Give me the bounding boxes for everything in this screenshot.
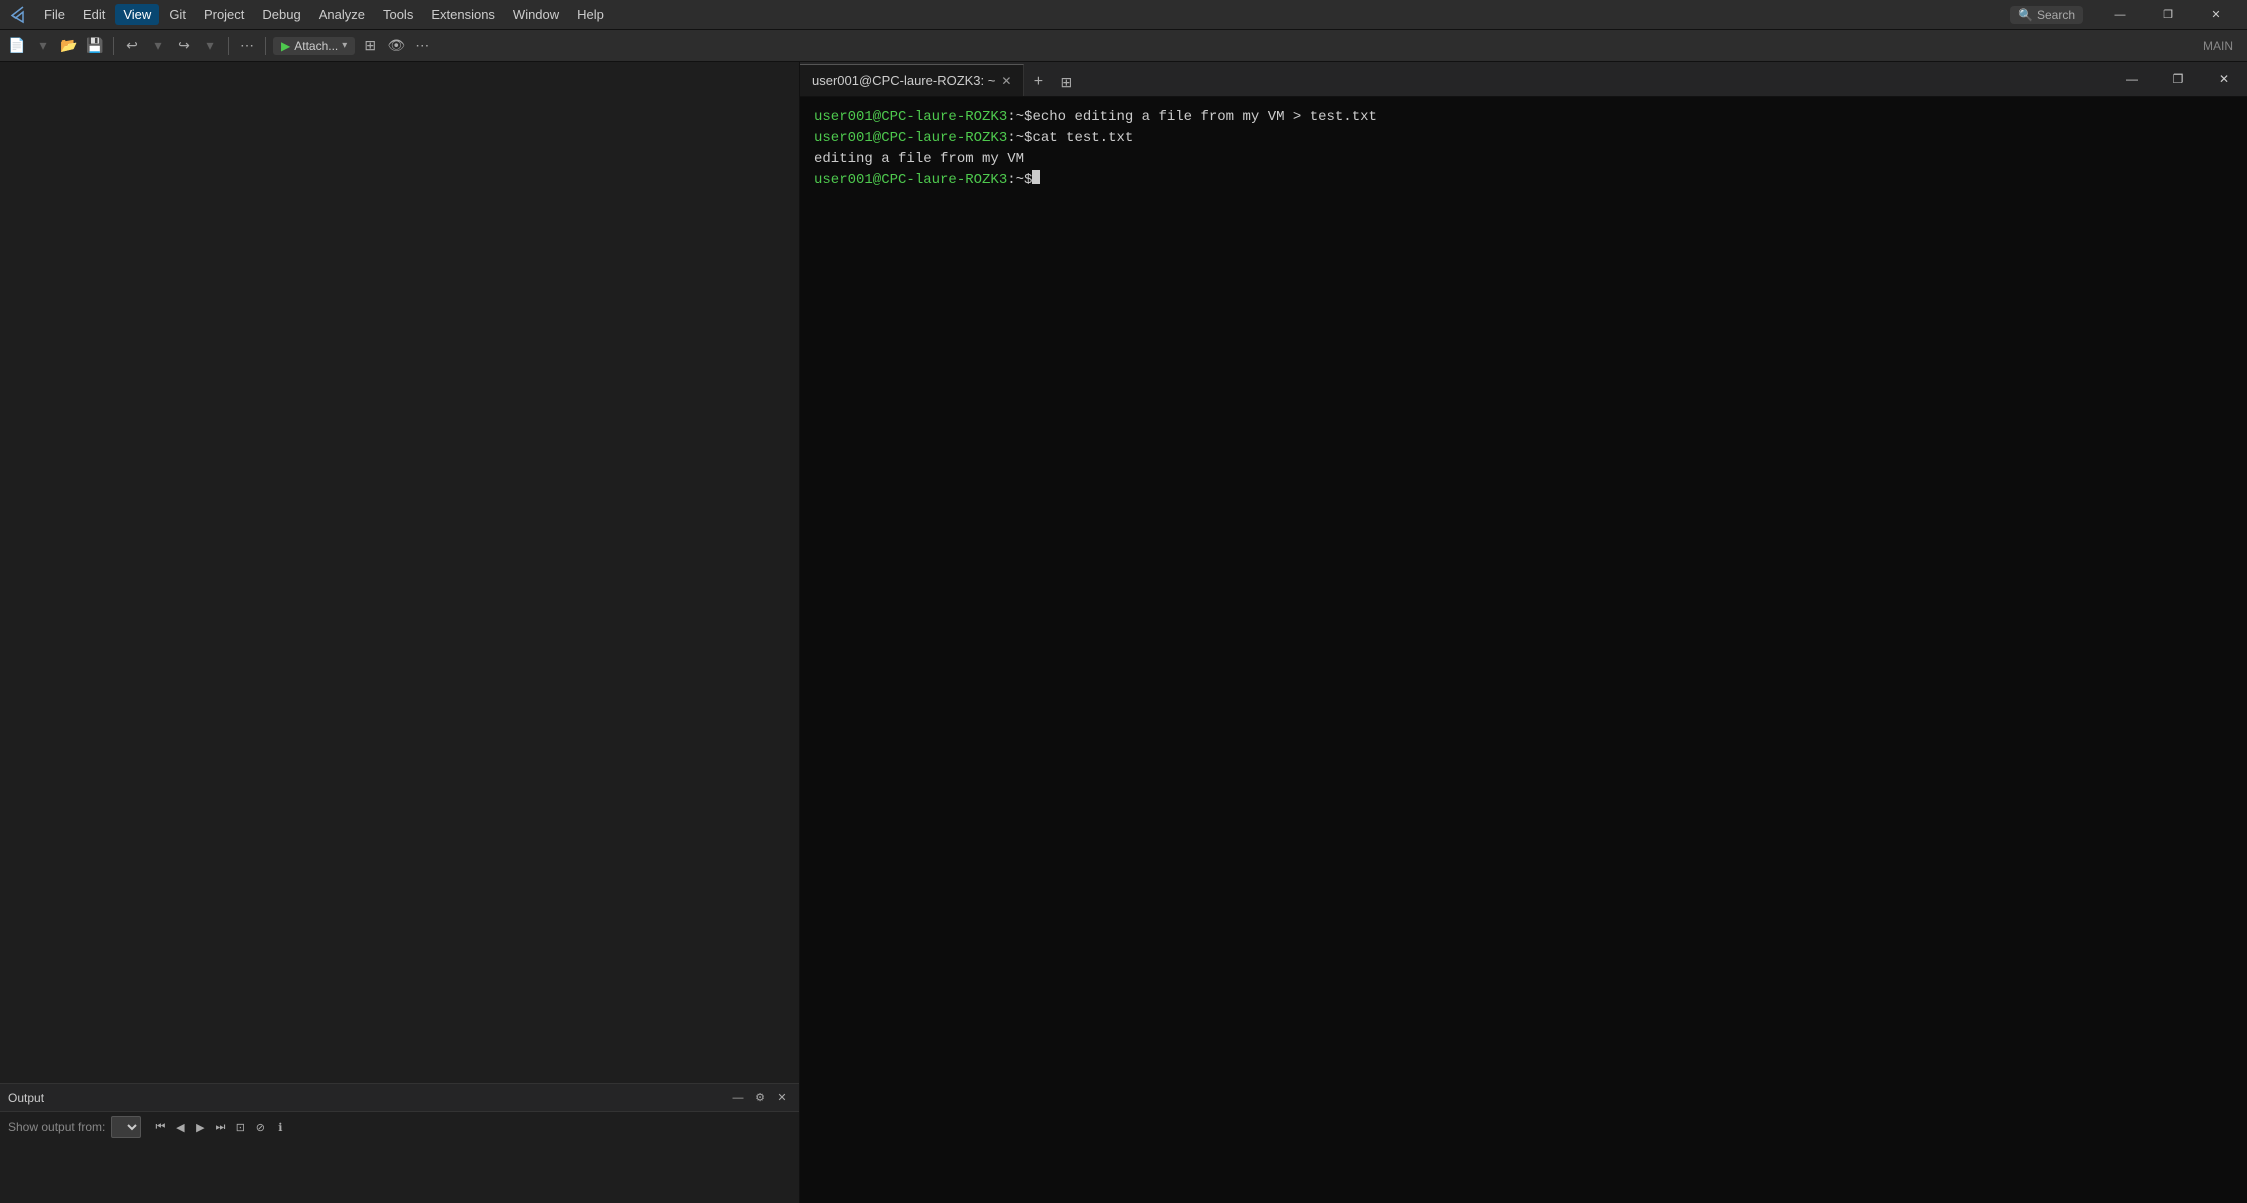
- out-btn-3[interactable]: ▶: [191, 1118, 209, 1136]
- menubar: File Edit View Git Project Debug Analyze…: [0, 0, 2247, 30]
- terminal-restore-btn[interactable]: ❐: [2155, 62, 2201, 96]
- toolbar-save-btn[interactable]: 💾: [84, 35, 106, 57]
- terminal-content[interactable]: user001@CPC-laure-ROZK3 :~$ echo editing…: [800, 97, 2247, 1203]
- out-btn-6[interactable]: ⊘: [251, 1118, 269, 1136]
- toolbar-undo-btn[interactable]: ↩: [121, 35, 143, 57]
- toolbar-open-btn[interactable]: 📂: [58, 35, 80, 57]
- toolbar-more-btn[interactable]: ⋯: [236, 35, 258, 57]
- terminal-new-tab-btn[interactable]: +: [1024, 68, 1052, 96]
- menu-item-project[interactable]: Project: [196, 4, 252, 25]
- toolbar-sep3: [265, 37, 266, 55]
- output-toolbar-btns: ⏮ ◀ ▶ ⏭ ⊡ ⊘ ℹ: [151, 1118, 289, 1136]
- terminal-tabbar: user001@CPC-laure-ROZK3: ~ ✕ + ⊞ — ❐ ✕: [800, 62, 2247, 97]
- toolbar-extra-btn[interactable]: ⋯: [411, 35, 433, 57]
- output-close-btn[interactable]: ✕: [773, 1089, 791, 1107]
- search-bar[interactable]: 🔍 Search: [2010, 6, 2083, 24]
- toolbar-undo-dropdown[interactable]: ▾: [147, 35, 169, 57]
- terminal-split-btn[interactable]: ⊞: [1052, 68, 1080, 96]
- menu-item-extensions[interactable]: Extensions: [423, 4, 503, 25]
- terminal-minimize-btn[interactable]: —: [2109, 62, 2155, 96]
- terminal-tab-label: user001@CPC-laure-ROZK3: ~: [812, 73, 995, 88]
- term-prompt-white-1: :~$: [1007, 107, 1032, 128]
- term-prompt-green-3: user001@CPC-laure-ROZK3: [814, 170, 1007, 191]
- term-line-2: user001@CPC-laure-ROZK3 :~$ cat test.txt: [814, 128, 2233, 149]
- menu-item-help[interactable]: Help: [569, 4, 612, 25]
- show-output-select[interactable]: [111, 1116, 141, 1138]
- toolbar-sep1: [113, 37, 114, 55]
- menu-item-debug[interactable]: Debug: [254, 4, 308, 25]
- output-content: [0, 1142, 799, 1203]
- attach-button[interactable]: ▶ Attach... ▾: [273, 37, 355, 55]
- output-header: Output — ⚙ ✕: [0, 1084, 799, 1112]
- right-panel: user001@CPC-laure-ROZK3: ~ ✕ + ⊞ — ❐ ✕ u…: [800, 62, 2247, 1203]
- output-settings-btn[interactable]: ⚙: [751, 1089, 769, 1107]
- menu-items: File Edit View Git Project Debug Analyze…: [36, 4, 612, 25]
- term-prompt-green-2: user001@CPC-laure-ROZK3: [814, 128, 1007, 149]
- menu-item-analyze[interactable]: Analyze: [311, 4, 373, 25]
- out-btn-4[interactable]: ⏭: [211, 1118, 229, 1136]
- term-line-1: user001@CPC-laure-ROZK3 :~$ echo editing…: [814, 107, 2233, 128]
- term-cmd-2: cat test.txt: [1032, 128, 1133, 149]
- term-prompt-white-3: :~$: [1007, 170, 1032, 191]
- out-btn-2[interactable]: ◀: [171, 1118, 189, 1136]
- window-controls: — ❐ ✕: [2097, 0, 2239, 30]
- out-btn-7[interactable]: ℹ: [271, 1118, 289, 1136]
- term-prompt-white-2: :~$: [1007, 128, 1032, 149]
- out-btn-5[interactable]: ⊡: [231, 1118, 249, 1136]
- terminal-win-controls: — ❐ ✕: [2109, 62, 2247, 96]
- menu-item-file[interactable]: File: [36, 4, 73, 25]
- output-title: Output: [8, 1091, 44, 1105]
- menu-item-view[interactable]: View: [115, 4, 159, 25]
- close-button[interactable]: ✕: [2193, 0, 2239, 30]
- toolbar-watch-btn[interactable]: 👁: [385, 35, 407, 57]
- term-line-3: editing a file from my VM: [814, 149, 2233, 170]
- left-panel: Output — ⚙ ✕ Show output from: ⏮ ◀ ▶ ⏭ ⊡: [0, 62, 800, 1203]
- minimize-button[interactable]: —: [2097, 0, 2143, 30]
- toolbar-layout-btn[interactable]: ⊞: [359, 35, 381, 57]
- menubar-right: 🔍 Search — ❐ ✕: [2010, 0, 2239, 30]
- editor-area: [0, 62, 799, 1083]
- attach-dropdown-icon: ▾: [342, 40, 347, 51]
- toolbar: 📄 ▾ 📂 💾 ↩ ▾ ↪ ▾ ⋯ ▶ Attach... ▾ ⊞ 👁 ⋯ MA…: [0, 30, 2247, 62]
- terminal-tab-close[interactable]: ✕: [1001, 74, 1011, 88]
- main-layout: Output — ⚙ ✕ Show output from: ⏮ ◀ ▶ ⏭ ⊡: [0, 62, 2247, 1203]
- attach-play-icon: ▶: [281, 39, 290, 53]
- toolbar-sep2: [228, 37, 229, 55]
- term-cmd-1: echo editing a file from my VM > test.tx…: [1032, 107, 1376, 128]
- toolbar-main-label: MAIN: [2203, 39, 2241, 53]
- app-logo: [8, 5, 28, 25]
- menu-item-git[interactable]: Git: [161, 4, 194, 25]
- toolbar-new-btn[interactable]: 📄: [6, 35, 28, 57]
- menu-item-edit[interactable]: Edit: [75, 4, 113, 25]
- toolbar-redo-btn[interactable]: ↪: [173, 35, 195, 57]
- term-line-4: user001@CPC-laure-ROZK3 :~$: [814, 170, 2233, 191]
- terminal-close-btn[interactable]: ✕: [2201, 62, 2247, 96]
- menu-item-tools[interactable]: Tools: [375, 4, 421, 25]
- toolbar-btn2[interactable]: ▾: [32, 35, 54, 57]
- restore-button[interactable]: ❐: [2145, 0, 2191, 30]
- output-controls: — ⚙ ✕: [729, 1089, 791, 1107]
- out-btn-1[interactable]: ⏮: [151, 1118, 169, 1136]
- term-cursor: [1032, 170, 1040, 184]
- search-label: Search: [2037, 8, 2075, 22]
- search-icon: 🔍: [2018, 8, 2033, 22]
- menu-item-window[interactable]: Window: [505, 4, 567, 25]
- attach-label: Attach...: [294, 39, 338, 53]
- term-prompt-green-1: user001@CPC-laure-ROZK3: [814, 107, 1007, 128]
- toolbar-redo-dropdown[interactable]: ▾: [199, 35, 221, 57]
- terminal-tab-main[interactable]: user001@CPC-laure-ROZK3: ~ ✕: [800, 64, 1024, 96]
- output-panel: Output — ⚙ ✕ Show output from: ⏮ ◀ ▶ ⏭ ⊡: [0, 1083, 799, 1203]
- show-output-label: Show output from:: [8, 1120, 105, 1134]
- output-minimize-btn[interactable]: —: [729, 1089, 747, 1107]
- term-output-1: editing a file from my VM: [814, 149, 1024, 170]
- show-output-row: Show output from: ⏮ ◀ ▶ ⏭ ⊡ ⊘ ℹ: [0, 1112, 799, 1142]
